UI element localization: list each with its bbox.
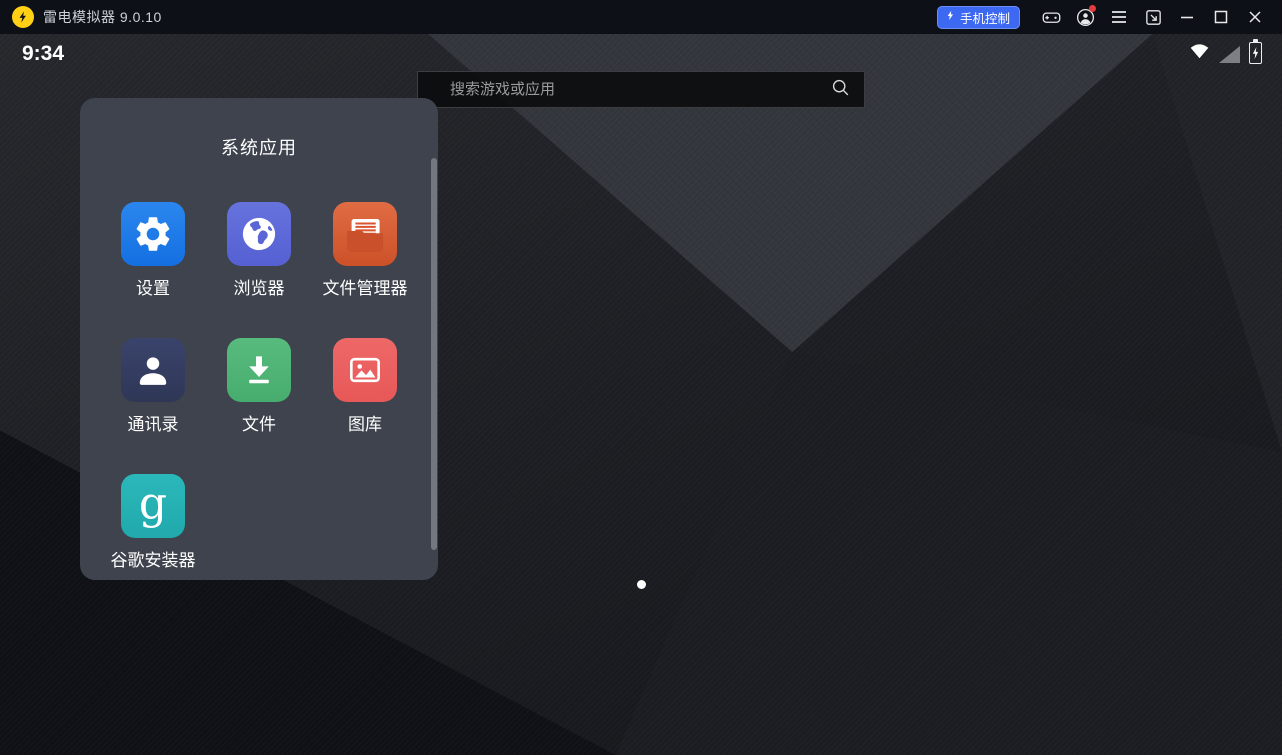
download-icon: [227, 338, 291, 402]
photo-icon: [333, 338, 397, 402]
system-apps-folder: 系统应用 设置: [80, 98, 438, 580]
folder-scrollbar[interactable]: [431, 158, 437, 550]
search-bar: [417, 71, 865, 108]
app-files[interactable]: 文件: [206, 338, 312, 436]
app-label: 文件: [242, 414, 276, 436]
app-label: 浏览器: [234, 278, 285, 300]
notification-dot: [1089, 5, 1096, 12]
app-google-installer[interactable]: g 谷歌安装器: [100, 474, 206, 572]
close-icon[interactable]: [1238, 4, 1272, 30]
phone-control-button[interactable]: 手机控制: [937, 6, 1020, 29]
resize-icon[interactable]: [1136, 4, 1170, 30]
minimize-icon[interactable]: [1170, 4, 1204, 30]
folder-documents-icon: [333, 202, 397, 266]
avatar-record-icon[interactable]: [1068, 4, 1102, 30]
app-settings[interactable]: 设置: [100, 202, 206, 300]
app-label: 图库: [348, 414, 382, 436]
lightning-icon: [945, 9, 956, 25]
emulator-window: 雷电模拟器 9.0.10 手机控制: [0, 0, 1282, 755]
app-label: 设置: [136, 278, 170, 300]
cell-signal-icon: [1219, 46, 1240, 63]
app-file-manager[interactable]: 文件管理器: [312, 202, 418, 300]
app-label: 文件管理器: [323, 278, 408, 300]
letter-g-icon: g: [121, 474, 185, 538]
ldplayer-logo-icon: [12, 6, 34, 28]
android-home-screen: 9:34 系统应用: [0, 34, 1282, 755]
app-label: 谷歌安装器: [111, 550, 196, 572]
app-contacts[interactable]: 通讯录: [100, 338, 206, 436]
person-icon: [121, 338, 185, 402]
apps-grid: 设置 浏览器: [100, 202, 438, 572]
status-icons: [1189, 41, 1262, 64]
status-clock: 9:34: [22, 42, 64, 66]
g-letter: g: [139, 472, 167, 536]
titlebar: 雷电模拟器 9.0.10 手机控制: [0, 0, 1282, 34]
folder-title: 系统应用: [80, 136, 438, 160]
titlebar-controls: 手机控制: [937, 4, 1272, 30]
globe-icon: [227, 202, 291, 266]
phone-control-label: 手机控制: [960, 8, 1010, 27]
search-input[interactable]: [450, 81, 831, 98]
window-title: 雷电模拟器 9.0.10: [43, 7, 162, 27]
battery-charging-icon: [1249, 42, 1262, 64]
search-icon[interactable]: [831, 78, 850, 102]
gamepad-icon[interactable]: [1034, 4, 1068, 30]
menu-icon[interactable]: [1102, 4, 1136, 30]
wifi-icon: [1189, 41, 1210, 64]
maximize-icon[interactable]: [1204, 4, 1238, 30]
page-indicator-dot: [637, 580, 646, 589]
app-gallery[interactable]: 图库: [312, 338, 418, 436]
app-browser[interactable]: 浏览器: [206, 202, 312, 300]
gear-icon: [121, 202, 185, 266]
app-label: 通讯录: [128, 414, 179, 436]
